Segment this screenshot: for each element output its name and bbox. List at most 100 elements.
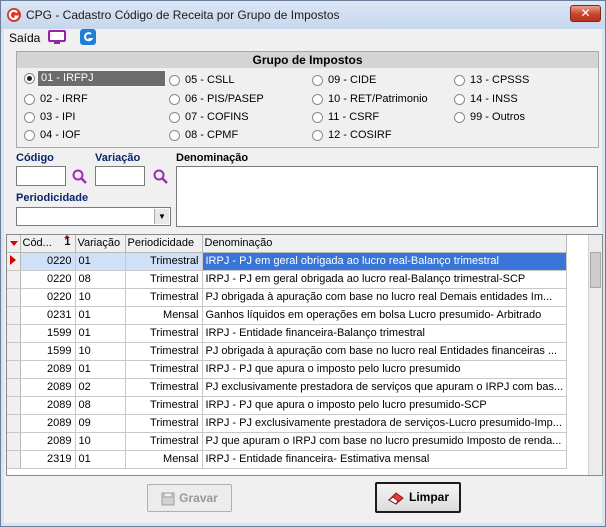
cell-denominacao[interactable]: IRPJ - PJ que apura o imposto pelo lucro… — [202, 360, 568, 379]
periodicidade-select[interactable]: ▼ — [16, 207, 171, 226]
scrollbar-thumb[interactable] — [590, 252, 601, 288]
menu-saida[interactable]: Saída — [9, 31, 40, 45]
cell-periodicidade[interactable]: Trimestral — [125, 432, 203, 451]
cell-denominacao[interactable]: IRPJ - Entidade financeira-Balanço trime… — [202, 324, 568, 343]
cell-denominacao[interactable]: PJ obrigada à apuração com base no lucro… — [202, 342, 568, 361]
cell-denominacao[interactable]: IRPJ - PJ exclusivamente prestadora de s… — [202, 414, 568, 433]
row-indicator[interactable] — [7, 270, 21, 289]
cell-denominacao[interactable]: PJ que apuram o IRPJ com base no lucro p… — [202, 432, 568, 451]
cell-variacao[interactable]: 01 — [75, 306, 126, 325]
radio-button-icon[interactable] — [24, 112, 35, 123]
radio-button-icon[interactable] — [312, 94, 323, 105]
cell-codigo[interactable]: 2319 — [20, 450, 76, 469]
cell-variacao[interactable]: 08 — [75, 270, 126, 289]
radio-button-icon[interactable] — [169, 112, 180, 123]
cell-variacao[interactable]: 01 — [75, 324, 126, 343]
table-row[interactable]: 0231 01 Mensal Ganhos líquidos em operações… — [7, 306, 568, 325]
cell-codigo[interactable]: 1599 — [20, 324, 76, 343]
radio-button-icon[interactable] — [312, 130, 323, 141]
table-row[interactable]: 2089 08 Trimestral IRPJ - PJ que apura o im… — [7, 396, 568, 415]
radio-button-icon[interactable] — [169, 75, 180, 86]
table-row[interactable]: 0220 08 Trimestral IRPJ - PJ em geral obrig… — [7, 270, 568, 289]
close-button[interactable]: ✕ — [570, 5, 601, 22]
codigos-grid[interactable]: Cód... 1 Variação Periodicidade Denominaç… — [6, 234, 603, 476]
row-indicator[interactable] — [7, 360, 21, 379]
cell-periodicidade[interactable]: Trimestral — [125, 252, 203, 271]
radio-button-icon[interactable] — [454, 94, 465, 105]
table-row[interactable]: 2089 01 Trimestral IRPJ - PJ que apura o im… — [7, 360, 568, 379]
cell-denominacao[interactable]: Ganhos líquidos em operações em bolsa Lu… — [202, 306, 568, 325]
cell-denominacao[interactable]: PJ exclusivamente prestadora de serviços… — [202, 378, 568, 397]
cell-periodicidade[interactable]: Trimestral — [125, 270, 203, 289]
search-codigo-icon[interactable] — [71, 168, 89, 186]
row-indicator[interactable] — [7, 450, 21, 469]
header-periodicidade[interactable]: Periodicidade — [125, 235, 203, 253]
row-indicator[interactable] — [7, 324, 21, 343]
row-indicator[interactable] — [7, 432, 21, 451]
vertical-scrollbar[interactable] — [588, 235, 602, 475]
row-indicator[interactable] — [7, 342, 21, 361]
cell-codigo[interactable]: 1599 — [20, 342, 76, 361]
radio-button-icon[interactable] — [454, 112, 465, 123]
row-indicator[interactable] — [7, 378, 21, 397]
variacao-input[interactable] — [95, 166, 145, 186]
cell-periodicidade[interactable]: Trimestral — [125, 378, 203, 397]
cell-periodicidade[interactable]: Trimestral — [125, 414, 203, 433]
radio-button-icon[interactable] — [454, 75, 465, 86]
cell-codigo[interactable]: 2089 — [20, 396, 76, 415]
radio-button-icon[interactable] — [169, 94, 180, 105]
header-codigo[interactable]: Cód... 1 — [20, 235, 76, 253]
table-row[interactable]: 1599 01 Trimestral IRPJ - Entidade financei… — [7, 324, 568, 343]
table-row[interactable]: 0220 01 Trimestral IRPJ - PJ em geral obrig… — [7, 252, 568, 271]
row-indicator[interactable] — [7, 396, 21, 415]
cell-codigo[interactable]: 0220 — [20, 288, 76, 307]
table-row[interactable]: 2089 02 Trimestral PJ exclusivamente presta… — [7, 378, 568, 397]
monitor-icon[interactable] — [48, 30, 66, 46]
cell-codigo[interactable]: 2089 — [20, 378, 76, 397]
cell-denominacao[interactable]: IRPJ - PJ em geral obrigada ao lucro rea… — [202, 270, 568, 289]
cell-codigo[interactable]: 2089 — [20, 360, 76, 379]
cell-periodicidade[interactable]: Trimestral — [125, 288, 203, 307]
cell-variacao[interactable]: 08 — [75, 396, 126, 415]
cell-periodicidade[interactable]: Trimestral — [125, 324, 203, 343]
cell-variacao[interactable]: 10 — [75, 288, 126, 307]
gravar-button[interactable]: Gravar — [147, 484, 232, 512]
cell-variacao[interactable]: 01 — [75, 252, 126, 271]
cell-codigo[interactable]: 2089 — [20, 432, 76, 451]
row-indicator[interactable] — [7, 288, 21, 307]
cell-variacao[interactable]: 02 — [75, 378, 126, 397]
radio-button-icon[interactable] — [24, 94, 35, 105]
radio-button-icon[interactable] — [312, 112, 323, 123]
denominacao-textarea[interactable] — [176, 166, 598, 227]
header-denominacao[interactable]: Denominação — [202, 235, 568, 253]
cell-denominacao[interactable]: IRPJ - PJ em geral obrigada ao lucro rea… — [202, 252, 568, 271]
cell-variacao[interactable]: 01 — [75, 450, 126, 469]
header-variacao[interactable]: Variação — [75, 235, 126, 253]
cell-denominacao[interactable]: IRPJ - PJ que apura o imposto pelo lucro… — [202, 396, 568, 415]
codigo-input[interactable] — [16, 166, 66, 186]
cell-codigo[interactable]: 2089 — [20, 414, 76, 433]
radio-button-icon[interactable] — [24, 73, 35, 84]
cell-codigo[interactable]: 0220 — [20, 270, 76, 289]
cell-periodicidade[interactable]: Trimestral — [125, 396, 203, 415]
cell-denominacao[interactable]: PJ obrigada à apuração com base no lucro… — [202, 288, 568, 307]
cell-variacao[interactable]: 10 — [75, 342, 126, 361]
row-indicator[interactable] — [7, 252, 21, 271]
chevron-down-icon[interactable]: ▼ — [154, 209, 169, 224]
limpar-button[interactable]: Limpar — [375, 482, 461, 513]
row-indicator[interactable] — [7, 414, 21, 433]
radio-button-icon[interactable] — [312, 75, 323, 86]
cell-codigo[interactable]: 0220 — [20, 252, 76, 271]
radio-button-icon[interactable] — [24, 130, 35, 141]
cell-denominacao[interactable]: IRPJ - Entidade financeira- Estimativa m… — [202, 450, 568, 469]
cell-periodicidade[interactable]: Trimestral — [125, 342, 203, 361]
cell-periodicidade[interactable]: Mensal — [125, 450, 203, 469]
table-row[interactable]: 0220 10 Trimestral PJ obrigada à apuração c… — [7, 288, 568, 307]
table-row[interactable]: 2089 10 Trimestral PJ que apuram o IRPJ com… — [7, 432, 568, 451]
cell-periodicidade[interactable]: Mensal — [125, 306, 203, 325]
cell-variacao[interactable]: 09 — [75, 414, 126, 433]
cell-codigo[interactable]: 0231 — [20, 306, 76, 325]
cell-variacao[interactable]: 10 — [75, 432, 126, 451]
cell-variacao[interactable]: 01 — [75, 360, 126, 379]
search-variacao-icon[interactable] — [152, 168, 170, 186]
